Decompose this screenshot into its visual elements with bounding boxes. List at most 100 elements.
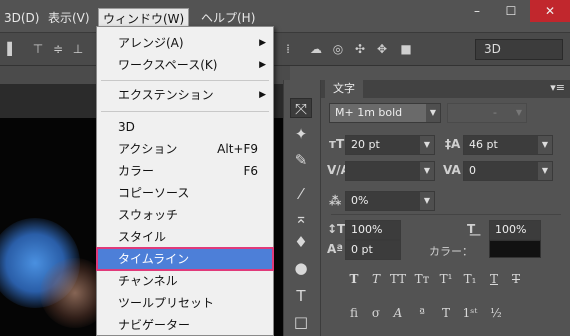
tab-character[interactable]: 文字 <box>325 80 363 98</box>
panel-menu-icon[interactable]: ▾≡ <box>550 81 565 94</box>
dodge-icon[interactable]: ● <box>290 258 312 278</box>
leading-select[interactable]: 46 pt ▼ <box>463 135 553 155</box>
all-caps-icon[interactable]: TT <box>389 272 407 288</box>
menu-item-label: 3D <box>118 120 135 134</box>
submenu-arrow-icon: ▶ <box>259 38 266 48</box>
menu-item-3d[interactable]: 3D <box>98 117 272 137</box>
font-size-icon: тT <box>329 137 345 151</box>
font-style-value: - <box>493 106 497 119</box>
3d-drag-icon[interactable]: ✣ <box>352 42 368 56</box>
menu-item-label: カラー <box>118 164 155 178</box>
vertical-scale-input[interactable]: 100% <box>345 220 401 240</box>
chevron-down-icon: ▼ <box>512 104 526 122</box>
chevron-down-icon: ▼ <box>420 136 434 154</box>
menu-3d[interactable]: 3D(D) <box>0 8 43 28</box>
rectangle-tool-icon[interactable]: □ <box>290 312 312 332</box>
underline-icon[interactable]: T <box>485 272 503 288</box>
type-tool-icon[interactable]: T <box>290 286 312 306</box>
menu-item-extensions[interactable]: エクステンション ▶ <box>98 85 272 105</box>
submenu-arrow-icon: ▶ <box>259 90 266 100</box>
align-bottom-icon[interactable]: ⊥ <box>70 42 86 56</box>
leading-value: 46 pt <box>469 138 498 151</box>
vertical-scale-value: 100% <box>351 223 383 236</box>
text-color-swatch[interactable] <box>489 240 541 258</box>
menu-item-arrange[interactable]: アレンジ(A) ▶ <box>98 33 272 53</box>
tsume-select[interactable]: 0% ▼ <box>345 191 435 211</box>
chevron-down-icon: ▼ <box>420 192 434 210</box>
baseline-shift-input[interactable]: 0 pt <box>345 240 401 260</box>
menu-item-label: チャンネル <box>118 274 178 288</box>
font-style-select[interactable]: - ▼ <box>447 103 527 123</box>
maximize-button[interactable]: ☐ <box>494 0 528 22</box>
align-middle-icon[interactable]: ≑ <box>50 42 66 56</box>
3d-roll-icon[interactable]: ◎ <box>330 42 346 56</box>
ordinal-icon[interactable]: 1ˢᵗ <box>461 306 479 322</box>
menu-item-tool-presets[interactable]: ツールプリセット <box>98 293 272 313</box>
menu-shortcut: F6 <box>243 164 258 178</box>
minimize-button[interactable]: – <box>460 0 494 22</box>
font-size-select[interactable]: 20 pt ▼ <box>345 135 435 155</box>
menu-bar: 3D(D) 表示(V) ウィンドウ(W) ヘルプ(H) – ☐ ✕ <box>0 0 570 33</box>
menu-item-styles[interactable]: スタイル <box>98 227 272 247</box>
close-button[interactable]: ✕ <box>530 0 570 22</box>
brush-icon[interactable]: ⁄ <box>290 184 312 204</box>
menu-item-label: スウォッチ <box>118 208 179 222</box>
menu-item-label: エクステンション <box>118 88 214 102</box>
font-family-select[interactable]: M+ 1m bold ▼ <box>329 103 441 123</box>
distribute-icon[interactable]: ⁞ <box>280 42 296 56</box>
3d-slide-icon[interactable]: ✥ <box>374 42 390 56</box>
superscript-icon[interactable]: T¹ <box>437 272 455 288</box>
baseline-shift-icon: Aª <box>327 242 344 256</box>
magic-wand-icon[interactable]: ✦ <box>290 124 312 144</box>
menu-item-label: スタイル <box>118 230 167 244</box>
tracking-select[interactable]: 0 ▼ <box>463 161 553 181</box>
horizontal-scale-input[interactable]: 100% <box>489 220 541 240</box>
move-tool-icon[interactable]: ⤧ <box>290 98 312 118</box>
3d-camera-icon[interactable]: ■ <box>398 42 414 56</box>
menu-item-workspace[interactable]: ワークスペース(K) ▶ <box>98 55 272 75</box>
old-style-icon[interactable]: σ <box>367 306 385 322</box>
menu-item-label: コピーソース <box>118 186 190 200</box>
3d-orbit-icon[interactable]: ☁ <box>308 42 324 56</box>
paint-bucket-icon[interactable]: ♦ <box>290 232 312 252</box>
align-top-icon[interactable]: ⊤ <box>30 42 46 56</box>
stylistic-icon[interactable]: ª <box>413 306 431 322</box>
menu-shortcut: Alt+F9 <box>217 142 258 156</box>
small-caps-icon[interactable]: Tт <box>413 272 431 288</box>
font-size-value: 20 pt <box>351 138 380 151</box>
faux-bold-icon[interactable]: T <box>345 272 363 288</box>
menu-item-color[interactable]: カラー F6 <box>98 161 272 181</box>
chevron-down-icon: ▼ <box>420 162 434 180</box>
kerning-select[interactable]: ▼ <box>345 161 435 181</box>
menu-item-label: ツールプリセット <box>118 296 215 310</box>
faux-italic-icon[interactable]: T <box>367 272 385 288</box>
swash-icon[interactable]: A <box>389 306 407 322</box>
titling-icon[interactable]: T <box>437 306 455 322</box>
menu-view[interactable]: 表示(V) <box>44 8 94 28</box>
menu-item-clone-source[interactable]: コピーソース <box>98 183 272 203</box>
align-icon[interactable]: ▌ <box>4 42 20 56</box>
window-menu-dropdown: アレンジ(A) ▶ ワークスペース(K) ▶ エクステンション ▶ 3D アクシ… <box>96 26 274 336</box>
tsume-value: 0% <box>351 194 369 207</box>
ligature-icon[interactable]: ﬁ <box>345 306 363 322</box>
character-panel: 文字 ▾≡ M+ 1m bold ▼ - ▼ тT 20 pt ▼ ‡A 46 … <box>320 80 570 336</box>
menu-item-navigator[interactable]: ナビゲーター <box>98 315 272 335</box>
menu-help[interactable]: ヘルプ(H) <box>197 8 259 28</box>
menu-window[interactable]: ウィンドウ(W) <box>98 8 190 28</box>
menu-separator <box>101 111 269 112</box>
menu-item-swatches[interactable]: スウォッチ <box>98 205 272 225</box>
clone-stamp-icon[interactable]: ⌅ <box>290 208 312 228</box>
menu-item-actions[interactable]: アクション Alt+F9 <box>98 139 272 159</box>
3d-mode-select[interactable]: 3D <box>475 39 563 60</box>
eyedropper-icon[interactable]: ✎ <box>290 150 312 170</box>
fraction-icon[interactable]: ½ <box>487 306 505 322</box>
divider <box>331 214 561 215</box>
menu-item-label: タイムライン <box>118 252 190 266</box>
menu-separator <box>101 80 269 81</box>
menu-item-channels[interactable]: チャンネル <box>98 271 272 291</box>
subscript-icon[interactable]: T₁ <box>461 272 479 288</box>
menu-item-timeline[interactable]: タイムライン <box>96 247 274 271</box>
chevron-down-icon: ▼ <box>426 104 440 122</box>
font-family-value: M+ 1m bold <box>335 106 403 119</box>
strikethrough-icon[interactable]: T <box>507 272 525 288</box>
